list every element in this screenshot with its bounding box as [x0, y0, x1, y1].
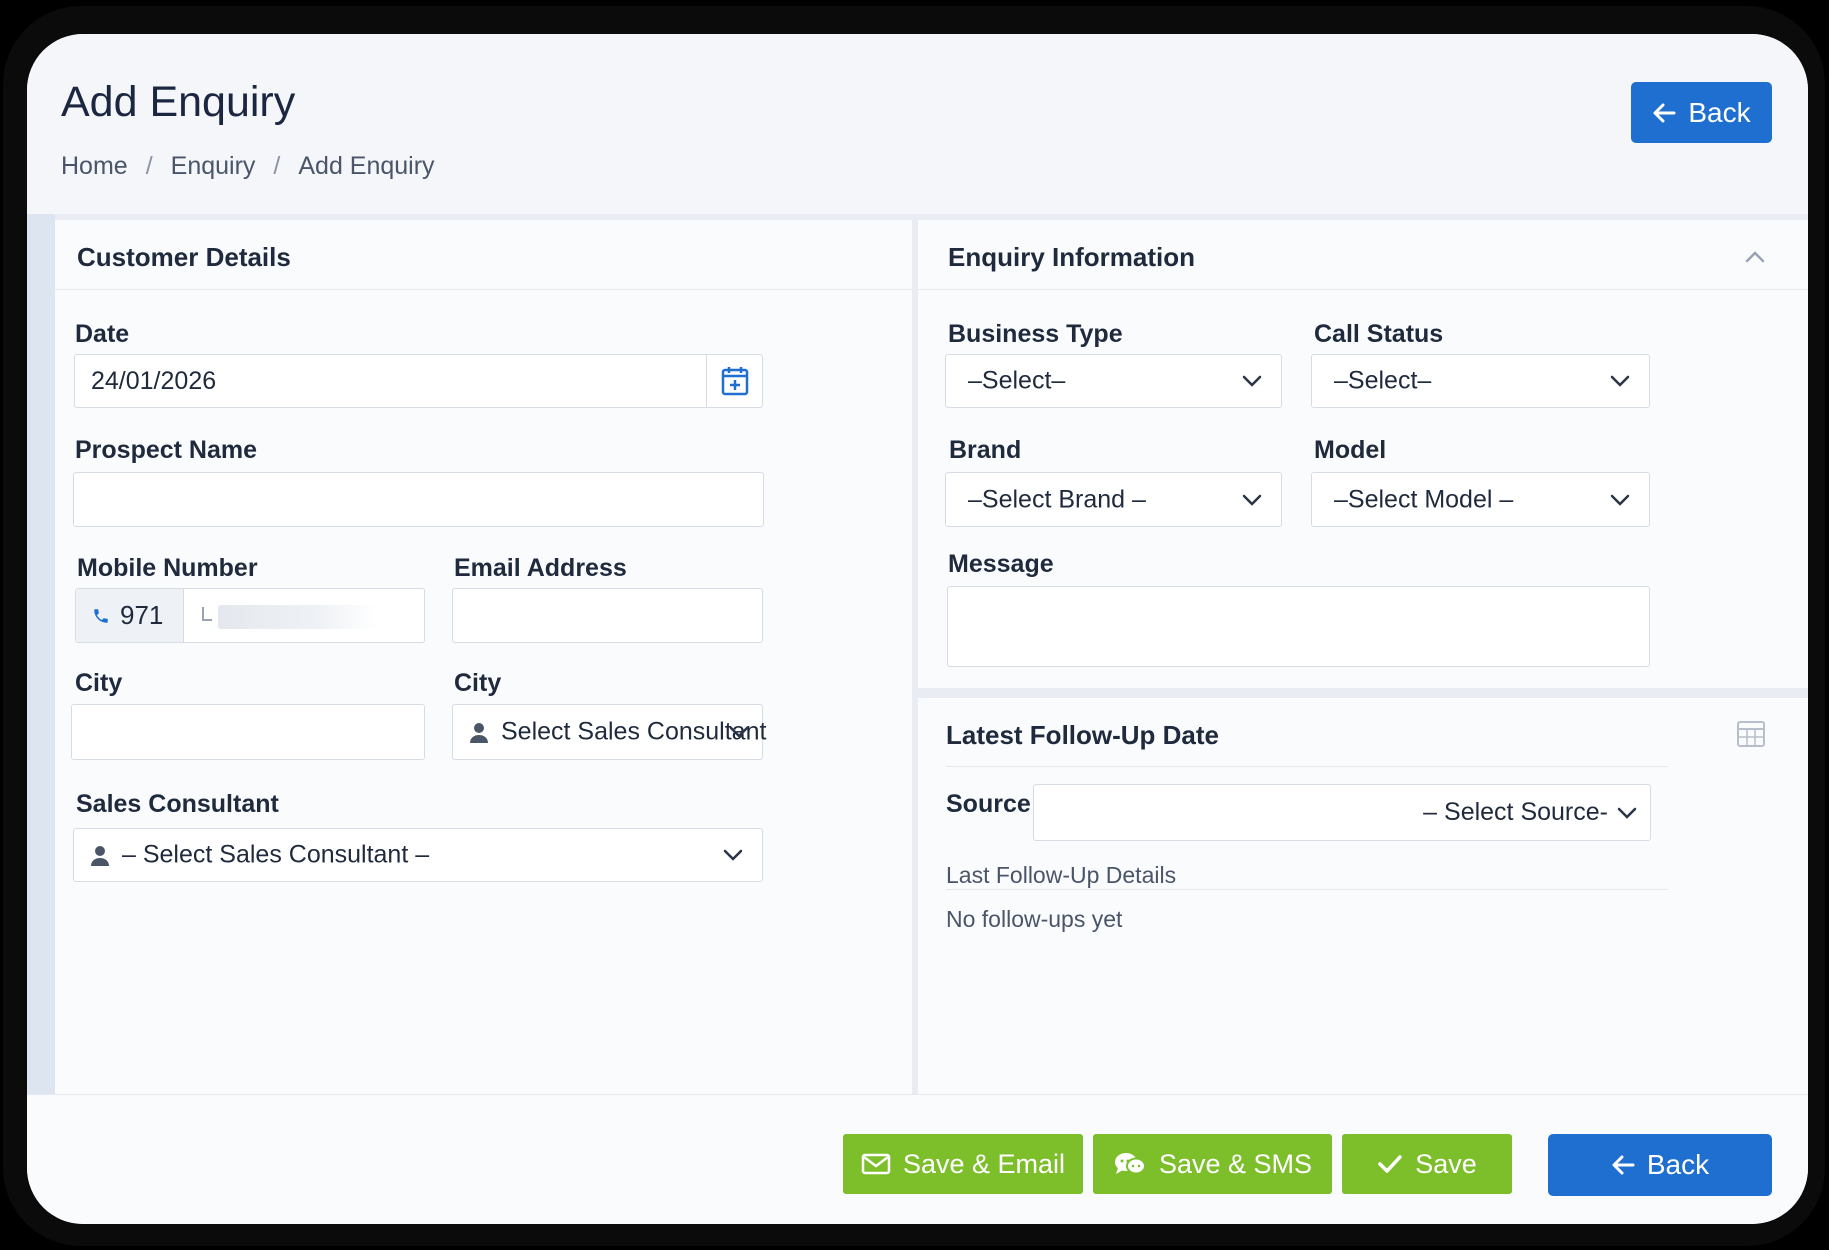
sales-consultant-label: Sales Consultant: [76, 790, 279, 818]
call-status-select[interactable]: –Select–: [1311, 354, 1650, 408]
date-value: 24/01/2026: [91, 366, 217, 395]
chevron-down-icon: [723, 849, 743, 861]
details-divider: [946, 889, 1668, 890]
breadcrumb-current: Add Enquiry: [298, 152, 435, 180]
breadcrumb-enquiry[interactable]: Enquiry: [171, 152, 256, 181]
save-sms-button[interactable]: Save & SMS: [1093, 1134, 1332, 1194]
source-select[interactable]: – Select Source-: [1033, 784, 1651, 841]
customer-details-header: Customer Details: [55, 220, 912, 290]
call-status-label: Call Status: [1314, 320, 1444, 348]
enquiry-information-title: Enquiry Information: [948, 242, 1195, 272]
message-value: [948, 587, 964, 599]
breadcrumb-home[interactable]: Home: [61, 152, 128, 181]
followup-card: Latest Follow-Up Date Source – Select So…: [918, 698, 1808, 1094]
chevron-down-icon: [729, 726, 749, 738]
model-label: Model: [1314, 436, 1387, 464]
page-header: Add Enquiry Home / Enquiry / Add Enquiry…: [27, 34, 1808, 214]
call-status-value: –Select–: [1334, 366, 1432, 395]
mobile-prefix-code: 971: [120, 600, 164, 630]
arrow-left-icon: [1653, 103, 1676, 122]
mobile-number-label: Mobile Number: [77, 554, 258, 582]
arrow-left-icon: [1612, 1155, 1635, 1175]
footer-back-button[interactable]: Back: [1548, 1134, 1772, 1196]
save-button[interactable]: Save: [1342, 1134, 1512, 1194]
model-value: –Select Model –: [1334, 485, 1514, 513]
mobile-number-input[interactable]: 971: [75, 588, 425, 643]
business-type-label: Business Type: [948, 320, 1123, 348]
followup-title: Latest Follow-Up Date: [946, 720, 1220, 750]
chevron-down-icon: [1610, 494, 1630, 506]
source-label: Source: [946, 790, 1031, 818]
customer-details-title: Customer Details: [77, 242, 291, 272]
enquiry-information-header: Enquiry Information: [918, 220, 1808, 290]
envelope-icon: [861, 1153, 891, 1175]
calendar-plus-icon: [721, 367, 748, 396]
enquiry-information-card: Enquiry Information Business Type –Selec…: [918, 220, 1808, 688]
page-title: Add Enquiry: [61, 78, 296, 126]
save-email-button[interactable]: Save & Email: [843, 1134, 1083, 1194]
chevron-up-icon[interactable]: [1744, 246, 1766, 268]
message-label: Message: [948, 550, 1054, 578]
business-type-value: –Select–: [968, 366, 1066, 395]
model-select[interactable]: –Select Model –: [1311, 472, 1650, 527]
email-address-input[interactable]: [452, 588, 763, 643]
city-label: City: [75, 669, 123, 697]
last-followup-details-label: Last Follow-Up Details: [946, 862, 1177, 888]
brand-value: –Select Brand –: [968, 485, 1146, 513]
device-frame: Add Enquiry Home / Enquiry / Add Enquiry…: [3, 6, 1825, 1246]
user-icon: [91, 846, 109, 866]
business-type-select[interactable]: –Select–: [945, 354, 1282, 408]
sales-consultant-select[interactable]: – Select Sales Consultant –: [73, 828, 763, 882]
user-icon: [470, 723, 488, 743]
chevron-down-icon: [1242, 375, 1262, 387]
phone-icon: [94, 608, 108, 623]
city-select-label: City: [454, 669, 502, 697]
cursor-mark: [202, 607, 212, 621]
footer-back-label: Back: [1646, 1149, 1710, 1180]
message-textarea[interactable]: [947, 586, 1650, 667]
checkmark-icon: [1378, 1155, 1402, 1173]
chat-bubbles-icon: [1114, 1153, 1146, 1175]
sales-consultant-value: – Select Sales Consultant –: [122, 840, 430, 869]
brand-label: Brand: [949, 436, 1022, 464]
breadcrumb-separator: /: [145, 152, 153, 180]
city-consultant-value: Select Sales Consultant: [501, 717, 767, 746]
prospect-name-label: Prospect Name: [75, 436, 258, 464]
date-label: Date: [75, 320, 130, 348]
redacted-number: [218, 605, 378, 629]
no-followups-text: No follow-ups yet: [946, 906, 1123, 932]
header-back-label: Back: [1688, 96, 1751, 128]
chevron-down-icon: [1617, 807, 1637, 819]
app-screen: Add Enquiry Home / Enquiry / Add Enquiry…: [27, 34, 1808, 1224]
header-back-button[interactable]: Back: [1631, 82, 1772, 143]
breadcrumb: Home / Enquiry / Add Enquiry: [61, 152, 435, 181]
email-address-label: Email Address: [454, 554, 627, 582]
calendar-grid-icon[interactable]: [1736, 720, 1766, 748]
brand-select[interactable]: –Select Brand –: [945, 472, 1282, 527]
city-consultant-select[interactable]: Select Sales Consultant: [452, 704, 767, 760]
chevron-down-icon: [1610, 375, 1630, 387]
breadcrumb-separator: /: [273, 152, 281, 180]
mobile-prefix: 971: [76, 589, 184, 642]
chevron-down-icon: [1242, 494, 1262, 506]
city-input[interactable]: [71, 704, 425, 760]
customer-details-card: Customer Details Date 24/01/2026 Prospec…: [55, 220, 912, 1094]
save-email-label: Save & Email: [902, 1148, 1066, 1179]
prospect-name-input[interactable]: [73, 472, 764, 527]
date-field[interactable]: 24/01/2026: [74, 354, 763, 408]
left-accent-strip: [27, 214, 55, 1094]
date-picker-button[interactable]: [706, 355, 762, 407]
save-label: Save: [1415, 1148, 1477, 1179]
save-sms-label: Save & SMS: [1158, 1148, 1313, 1179]
followup-divider: [946, 766, 1668, 767]
